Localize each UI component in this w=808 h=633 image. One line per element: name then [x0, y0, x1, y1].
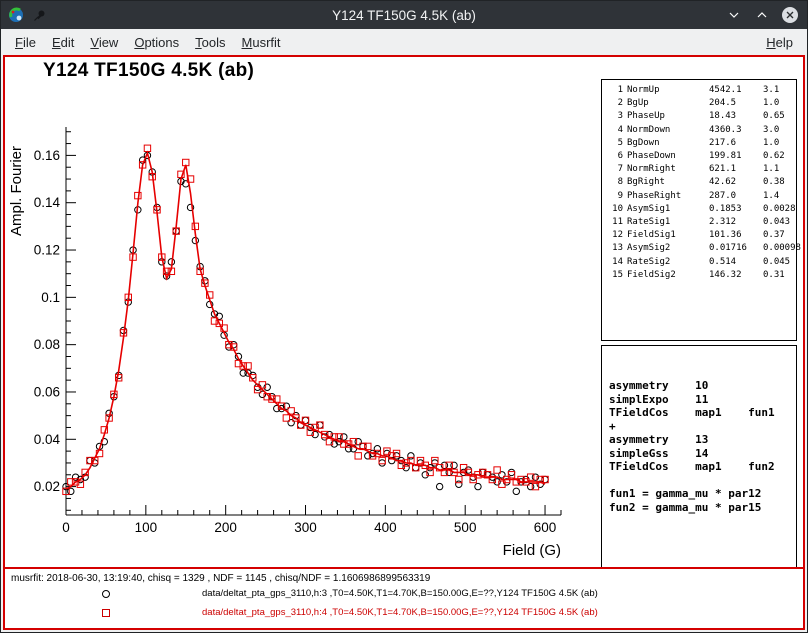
window-title: Y124 TF150G 4.5K (ab) — [1, 8, 807, 23]
parameter-row: 1NormUp4542.13.1 — [602, 84, 796, 97]
legend-entry: data/deltat_pta_gps_3110,h:4 ,T0=4.50K,T… — [5, 603, 803, 622]
parameter-row: 2BgUp204.51.0 — [602, 97, 796, 110]
menu-item-musrfit[interactable]: Musrfit — [234, 31, 289, 54]
menu-item-file[interactable]: File — [7, 31, 44, 54]
svg-text:0.1: 0.1 — [41, 290, 60, 305]
parameter-row: 4NormDown4360.33.0 — [602, 124, 796, 137]
plot-title: Y124 TF150G 4.5K (ab) — [43, 60, 254, 82]
root-canvas[interactable]: Y124 TF150G 4.5K (ab) 0.020.040.060.080.… — [3, 55, 805, 630]
app-icon — [8, 7, 24, 23]
parameter-row: 10AsymSig10.18530.0028 — [602, 203, 796, 216]
parameter-row: 13AsymSig20.017160.00098 — [602, 242, 796, 255]
svg-text:0.08: 0.08 — [34, 337, 60, 352]
square-marker-icon — [102, 609, 110, 617]
svg-text:600: 600 — [534, 520, 557, 535]
menu-item-tools[interactable]: Tools — [187, 31, 233, 54]
svg-text:0.06: 0.06 — [34, 384, 60, 399]
svg-text:500: 500 — [454, 520, 477, 535]
menubar-right-group: Help — [758, 31, 801, 54]
parameter-row: 9PhaseRight287.01.4 — [602, 190, 796, 203]
menubar-left-group: FileEditViewOptionsToolsMusrfit — [7, 31, 289, 54]
plot-area[interactable]: 0.02 0.04 0.06 0.08 0.1 0.12 0.14 0.16 0 100 200 30… — [5, 115, 585, 567]
parameter-row: 15FieldSig2146.320.31 — [602, 269, 796, 282]
legend-entry: data/deltat_pta_gps_3110,h:3 ,T0=4.50K,T… — [5, 584, 803, 603]
menu-item-view[interactable]: View — [82, 31, 126, 54]
parameter-table[interactable]: 1NormUp4542.13.12BgUp204.51.03PhaseUp18.… — [601, 79, 797, 341]
close-icon[interactable] — [782, 7, 798, 23]
svg-text:300: 300 — [294, 520, 317, 535]
svg-text:0.02: 0.02 — [34, 479, 60, 494]
parameter-row: 7NormRight621.11.1 — [602, 163, 796, 176]
theory-block[interactable]: asymmetry 10simplExpo 11TFieldCos map1 f… — [601, 345, 797, 569]
theory-lines: asymmetry 10simplExpo 11TFieldCos map1 f… — [609, 379, 796, 514]
svg-text:200: 200 — [214, 520, 237, 535]
svg-text:0.14: 0.14 — [34, 195, 61, 210]
menubar: FileEditViewOptionsToolsMusrfit Help — [1, 29, 807, 55]
titlebar[interactable]: Y124 TF150G 4.5K (ab) — [1, 1, 807, 29]
svg-text:0.04: 0.04 — [34, 432, 61, 447]
svg-text:0.12: 0.12 — [34, 243, 60, 258]
svg-text:0.16: 0.16 — [34, 148, 60, 163]
info-pad[interactable]: musrfit: 2018-06-30, 13:19:40, chisq = 1… — [5, 567, 803, 628]
circle-marker-icon — [102, 590, 110, 598]
legend-entries: data/deltat_pta_gps_3110,h:3 ,T0=4.50K,T… — [5, 584, 803, 622]
app-window: Y124 TF150G 4.5K (ab) FileEditViewOption… — [0, 0, 808, 633]
maximize-icon[interactable] — [754, 7, 770, 23]
parameter-row: 12FieldSig1101.360.37 — [602, 229, 796, 242]
parameter-row: 8BgRight42.620.38 — [602, 176, 796, 189]
parameter-row: 11RateSig12.3120.043 — [602, 216, 796, 229]
fit-statistics: musrfit: 2018-06-30, 13:19:40, chisq = 1… — [5, 569, 803, 584]
parameter-rows: 1NormUp4542.13.12BgUp204.51.03PhaseUp18.… — [602, 84, 796, 282]
svg-text:0: 0 — [62, 520, 70, 535]
minimize-icon[interactable] — [726, 7, 742, 23]
menu-item-edit[interactable]: Edit — [44, 31, 82, 54]
keep-above-pin-icon[interactable] — [31, 7, 47, 23]
svg-text:Field (G): Field (G) — [503, 542, 561, 559]
menu-item-options[interactable]: Options — [126, 31, 187, 54]
menu-item-help[interactable]: Help — [758, 31, 801, 54]
svg-text:100: 100 — [135, 520, 158, 535]
svg-text:Ampl. Fourier: Ampl. Fourier — [8, 146, 25, 236]
parameter-row: 6PhaseDown199.810.62 — [602, 150, 796, 163]
svg-text:400: 400 — [374, 520, 397, 535]
parameter-row: 5BgDown217.61.0 — [602, 137, 796, 150]
parameter-row: 14RateSig20.5140.045 — [602, 256, 796, 269]
parameter-row: 3PhaseUp18.430.65 — [602, 110, 796, 123]
